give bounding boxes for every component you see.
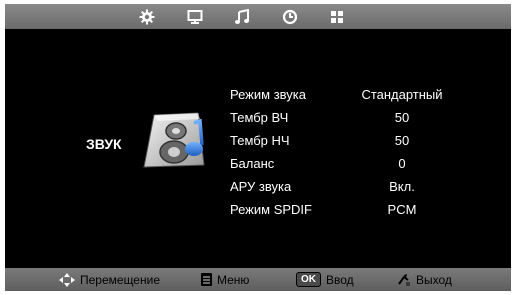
setting-value: Стандартный — [361, 87, 443, 102]
setting-row-treble[interactable]: Тембр ВЧ 50 — [230, 106, 480, 129]
setting-label: Тембр ВЧ — [230, 110, 289, 125]
section-title: ЗВУК — [86, 136, 122, 152]
setting-value: 50 — [394, 110, 410, 125]
four-way-arrows-icon — [59, 272, 75, 287]
setting-value: 0 — [398, 156, 406, 171]
tab-time[interactable] — [278, 6, 302, 27]
exit-icon — [398, 273, 410, 286]
setting-row-auto-volume[interactable]: АРУ звука Вкл. — [230, 175, 480, 198]
hint-label: Перемещение — [80, 272, 160, 287]
setting-value: 50 — [394, 133, 410, 148]
menu-icon — [201, 273, 212, 286]
clock-icon — [282, 9, 298, 24]
hint-menu: Меню — [201, 268, 249, 291]
grid-icon — [331, 10, 343, 23]
monitor-icon — [187, 9, 203, 24]
tab-picture[interactable] — [183, 6, 207, 27]
hint-exit: Выход — [397, 268, 452, 291]
hint-label: Выход — [416, 272, 452, 287]
setting-label: Тембр НЧ — [230, 133, 290, 148]
sound-settings-list: Режим звука Стандартный Тембр ВЧ 50 Темб… — [230, 83, 480, 221]
tab-settings[interactable] — [135, 6, 159, 27]
setting-row-sound-mode[interactable]: Режим звука Стандартный — [230, 83, 480, 106]
key-hint-bar: Перемещение Меню OK Ввод Выход — [5, 268, 511, 291]
gear-icon — [139, 9, 155, 24]
speaker-icon — [140, 109, 212, 176]
setting-label: АРУ звука — [230, 179, 292, 194]
tab-sound[interactable] — [230, 6, 254, 27]
ok-key-icon: OK — [296, 272, 321, 287]
hint-label: Меню — [217, 272, 250, 287]
hint-enter: OK Ввод — [296, 268, 354, 291]
setting-row-spdif-mode[interactable]: Режим SPDIF PCM — [230, 198, 480, 221]
setting-label: Режим звука — [230, 87, 306, 102]
hint-label: Ввод — [326, 272, 354, 287]
setting-label: Баланс — [230, 156, 275, 171]
setting-row-bass[interactable]: Тембр НЧ 50 — [230, 129, 480, 152]
setting-value: PCM — [387, 202, 417, 217]
hint-navigate: Перемещение — [59, 268, 160, 291]
category-tab-bar — [5, 4, 511, 29]
osd-window: ЗВУК Режим звука Стандартный Тембр ВЧ 50… — [5, 4, 511, 291]
music-note-icon — [235, 8, 249, 24]
setting-value: Вкл. — [389, 179, 415, 194]
setting-label: Режим SPDIF — [230, 202, 312, 217]
setting-row-balance[interactable]: Баланс 0 — [230, 152, 480, 175]
tab-options[interactable] — [325, 6, 349, 27]
